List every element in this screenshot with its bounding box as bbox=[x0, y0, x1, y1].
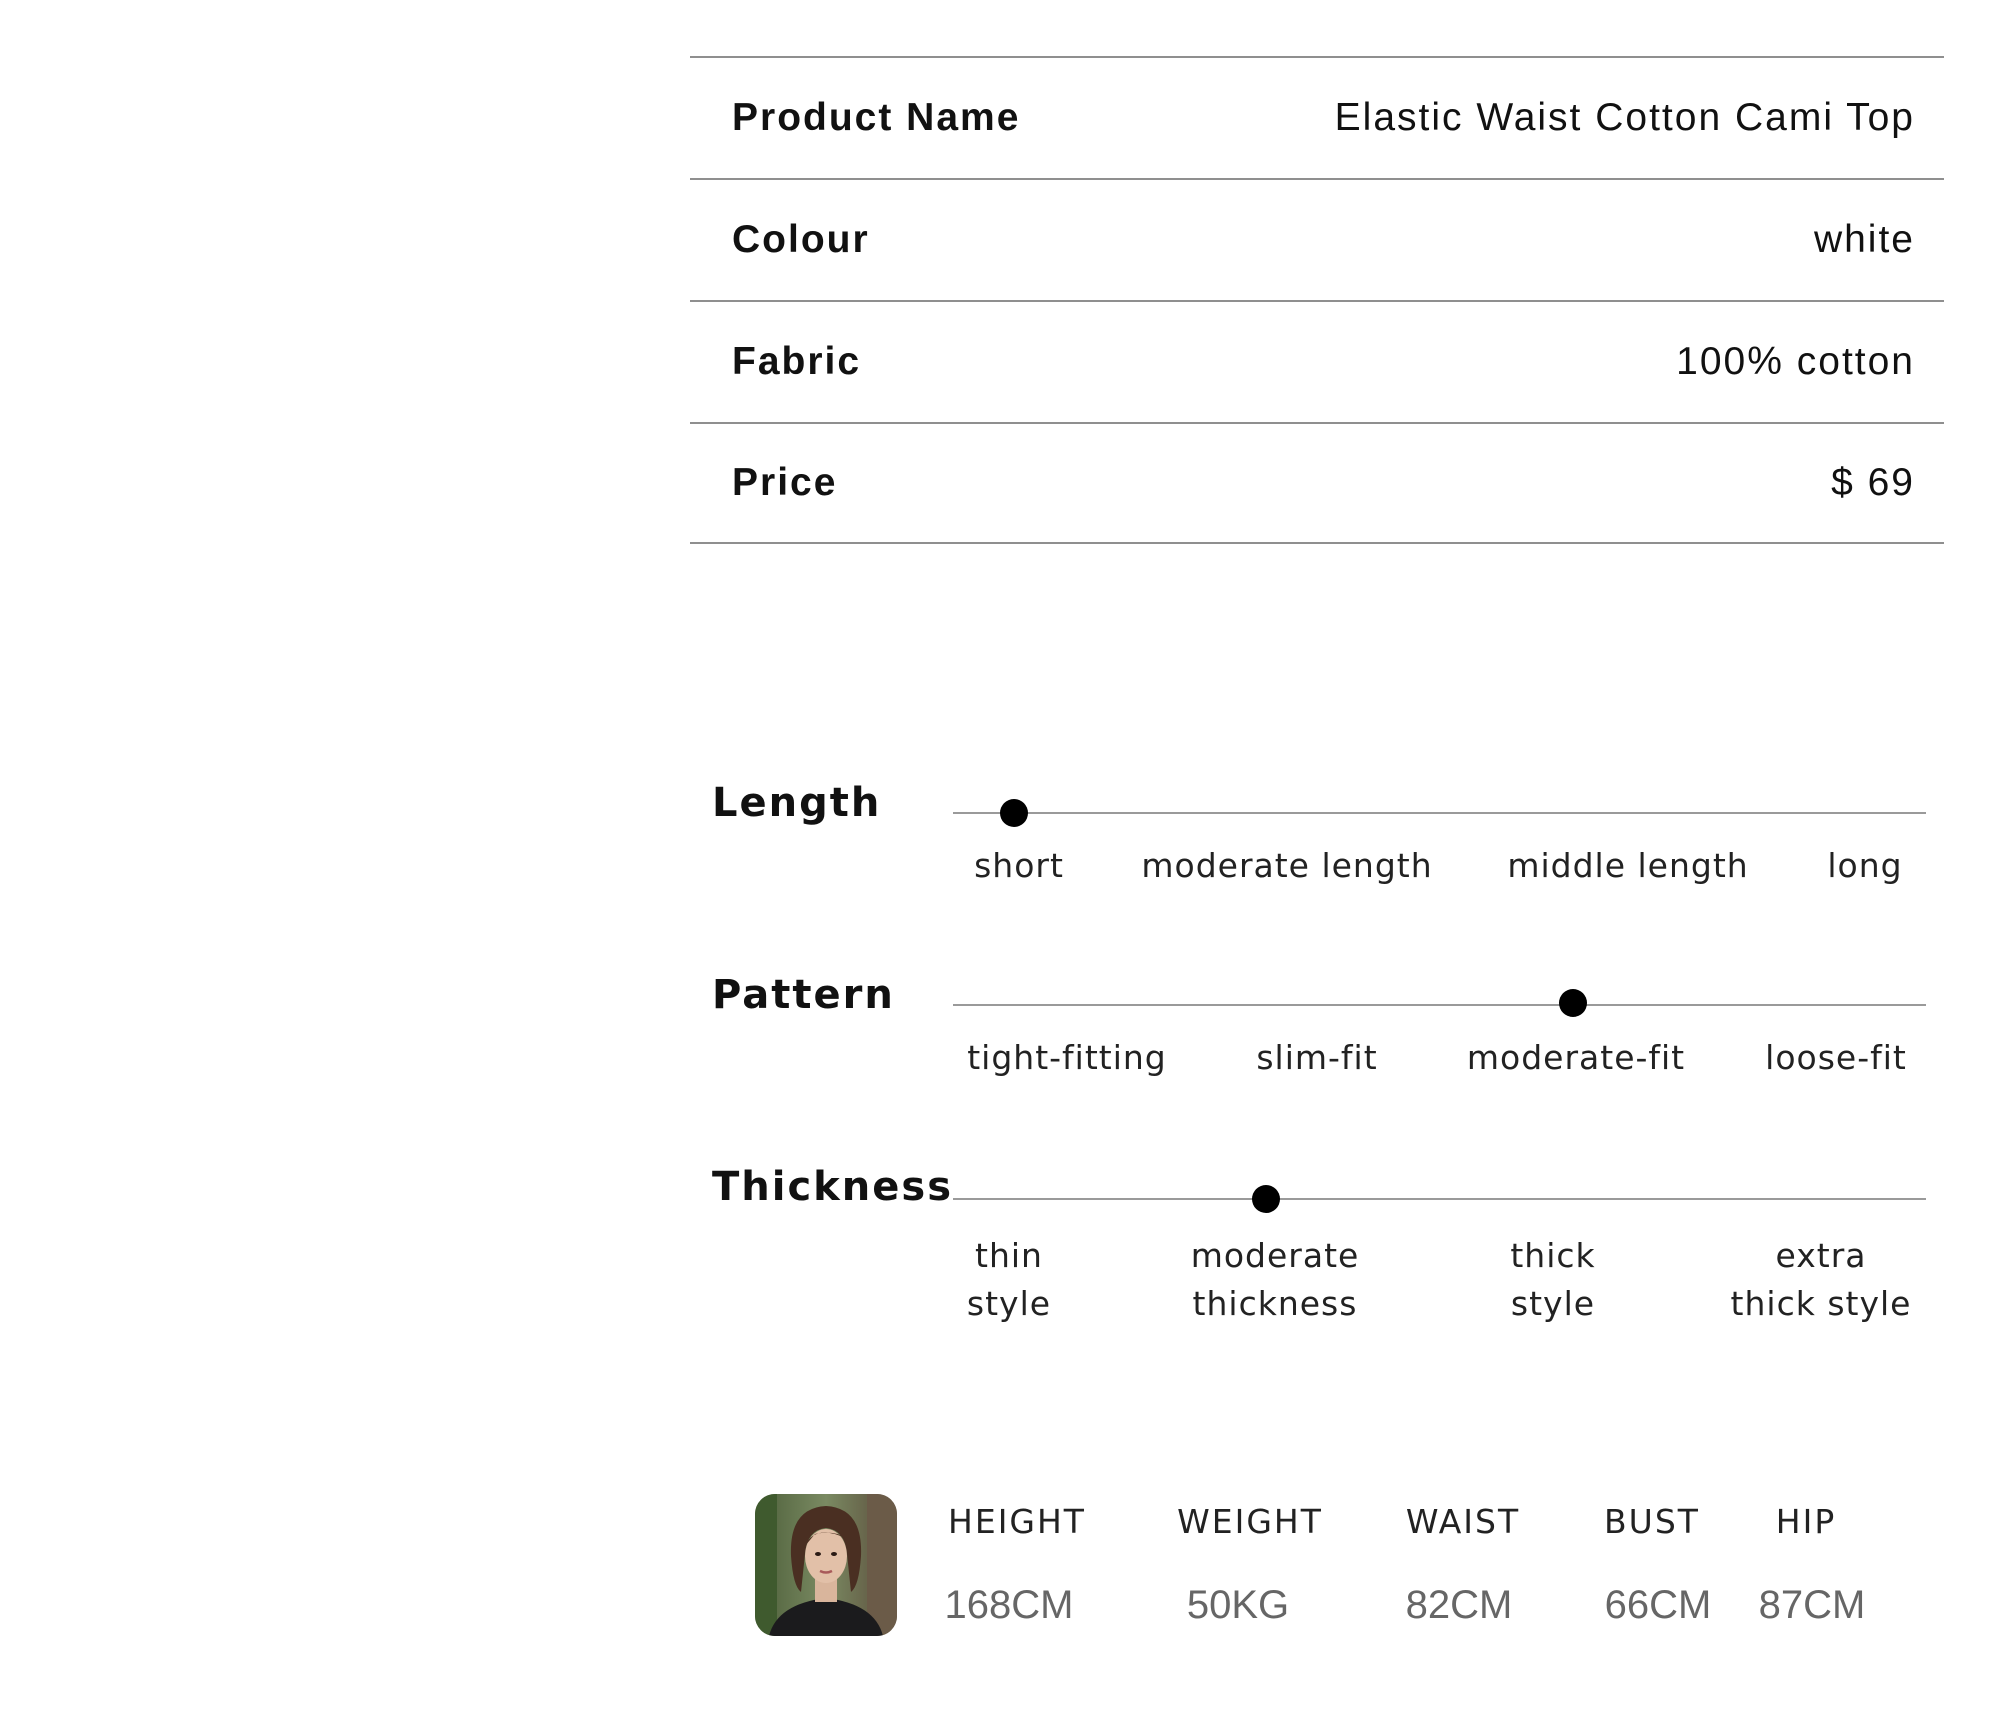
spec-row-colour: Colour white bbox=[690, 178, 1944, 300]
attribute-label: Length bbox=[712, 780, 882, 826]
spec-row-fabric: Fabric 100% cotton bbox=[690, 300, 1944, 422]
spec-label: Product Name bbox=[732, 96, 1021, 139]
measurement-value-hip: 87CM bbox=[1758, 1583, 1866, 1627]
spec-table: Product Name Elastic Waist Cotton Cami T… bbox=[690, 56, 1944, 544]
measurement-key-height: HEIGHT bbox=[948, 1502, 1086, 1541]
spec-value: $ 69 bbox=[1831, 461, 1915, 504]
measurement-key-weight: WEIGHT bbox=[1177, 1502, 1323, 1541]
spec-value: Elastic Waist Cotton Cami Top bbox=[1334, 96, 1915, 139]
attribute-label: Pattern bbox=[712, 972, 895, 1018]
scale-option: loose-fit bbox=[1765, 1038, 1907, 1077]
measurement-key-hip: HIP bbox=[1775, 1502, 1837, 1541]
scale-option: middle length bbox=[1507, 846, 1749, 885]
scale-option: moderate thickness bbox=[1190, 1236, 1360, 1323]
spec-row-product-name: Product Name Elastic Waist Cotton Cami T… bbox=[690, 56, 1944, 178]
spec-row-price: Price $ 69 bbox=[690, 422, 1944, 544]
scale-indicator-dot bbox=[1559, 989, 1587, 1017]
scale-option: extra thick style bbox=[1730, 1236, 1912, 1323]
attribute-label: Thickness bbox=[712, 1164, 954, 1210]
measurement-value-weight: 50KG bbox=[1186, 1583, 1290, 1627]
spec-label: Fabric bbox=[732, 340, 862, 383]
spec-value: white bbox=[1813, 218, 1915, 261]
scale-option: short bbox=[974, 846, 1064, 885]
measurement-key-bust: BUST bbox=[1604, 1502, 1700, 1541]
scale-option: thin style bbox=[966, 1236, 1052, 1323]
scale-indicator-dot bbox=[1000, 799, 1028, 827]
scale-track bbox=[953, 812, 1926, 814]
scale-option: thick style bbox=[1510, 1236, 1596, 1323]
measurement-value-height: 168CM bbox=[944, 1583, 1074, 1627]
measurement-value-bust: 66CM bbox=[1604, 1583, 1712, 1627]
model-portrait-icon bbox=[755, 1494, 897, 1636]
scale-option: moderate length bbox=[1141, 846, 1433, 885]
measurement-value-waist: 82CM bbox=[1405, 1583, 1513, 1627]
measurement-key-waist: WAIST bbox=[1405, 1502, 1521, 1541]
scale-track bbox=[953, 1198, 1926, 1200]
scale-track bbox=[953, 1004, 1926, 1006]
scale-option: long bbox=[1827, 846, 1903, 885]
scale-indicator-dot bbox=[1252, 1185, 1280, 1213]
spec-value: 100% cotton bbox=[1676, 340, 1915, 383]
scale-option: slim-fit bbox=[1256, 1038, 1378, 1077]
spec-label: Colour bbox=[732, 218, 870, 261]
model-avatar bbox=[755, 1494, 897, 1636]
spec-label: Price bbox=[732, 461, 838, 504]
scale-option: tight-fitting bbox=[967, 1038, 1167, 1077]
scale-option: moderate-fit bbox=[1466, 1038, 1686, 1077]
